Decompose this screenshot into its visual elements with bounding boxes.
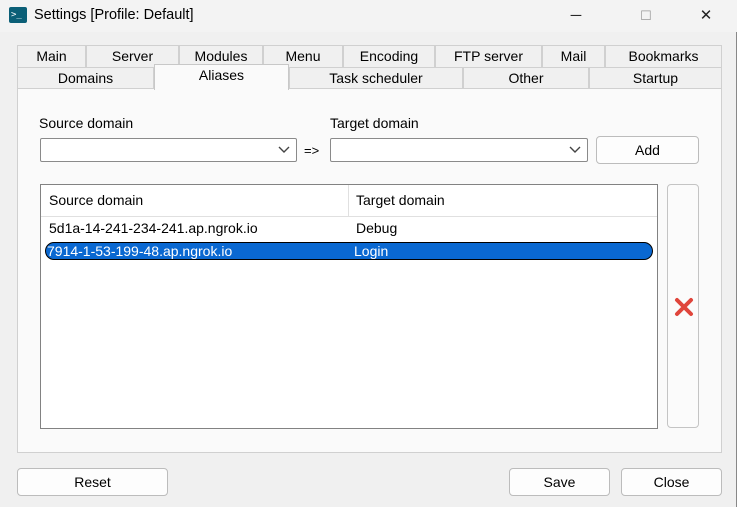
source-domain-label: Source domain — [39, 115, 134, 131]
table-row-selected[interactable]: 7914-1-53-199-48.ap.ngrok.io Login — [41, 240, 657, 264]
close-window-button[interactable]: ✕ — [683, 0, 729, 32]
tab-mail[interactable]: Mail — [542, 45, 605, 67]
close-button[interactable]: Close — [621, 468, 722, 496]
column-header-source[interactable]: Source domain — [41, 185, 348, 216]
tab-other[interactable]: Other — [463, 67, 589, 89]
terminal-icon: >_ — [9, 7, 27, 23]
save-button[interactable]: Save — [509, 468, 610, 496]
minimize-button[interactable]: ─ — [553, 0, 599, 32]
tab-main[interactable]: Main — [17, 45, 86, 67]
row-source: 7914-1-53-199-48.ap.ngrok.io — [47, 243, 233, 259]
settings-window: >_ Settings [Profile: Default] ─ ☐ ✕ Mai… — [0, 0, 737, 507]
red-x-icon — [675, 298, 693, 316]
window-title: Settings [Profile: Default] — [34, 7, 194, 23]
tab-bookmarks[interactable]: Bookmarks — [605, 45, 722, 67]
tab-task-scheduler[interactable]: Task scheduler — [289, 67, 463, 89]
aliases-table[interactable]: Source domain Target domain 5d1a-14-241-… — [40, 184, 658, 429]
row-source: 5d1a-14-241-234-241.ap.ngrok.io — [49, 220, 258, 236]
source-domain-combobox[interactable] — [40, 138, 297, 162]
column-header-target[interactable]: Target domain — [348, 185, 657, 216]
tab-domains[interactable]: Domains — [17, 67, 154, 89]
tab-ftp-server[interactable]: FTP server — [435, 45, 542, 67]
table-header: Source domain Target domain — [41, 185, 657, 217]
table-row[interactable]: 5d1a-14-241-234-241.ap.ngrok.io Debug — [41, 216, 657, 240]
reset-button[interactable]: Reset — [17, 468, 168, 496]
add-button[interactable]: Add — [596, 136, 699, 164]
tab-aliases[interactable]: Aliases — [154, 64, 289, 90]
delete-alias-button[interactable] — [667, 184, 699, 428]
chevron-down-icon — [278, 146, 290, 153]
row-target: Login — [354, 243, 389, 259]
maximize-button[interactable]: ☐ — [623, 0, 669, 32]
mapping-arrow: => — [304, 143, 320, 158]
target-domain-combobox[interactable] — [330, 138, 588, 162]
chevron-down-icon — [569, 146, 581, 153]
tab-encoding[interactable]: Encoding — [343, 45, 435, 67]
target-domain-label: Target domain — [330, 115, 419, 131]
title-bar[interactable]: >_ Settings [Profile: Default] ─ ☐ ✕ — [0, 0, 737, 32]
row-target: Debug — [356, 220, 398, 236]
tab-startup[interactable]: Startup — [589, 67, 722, 89]
